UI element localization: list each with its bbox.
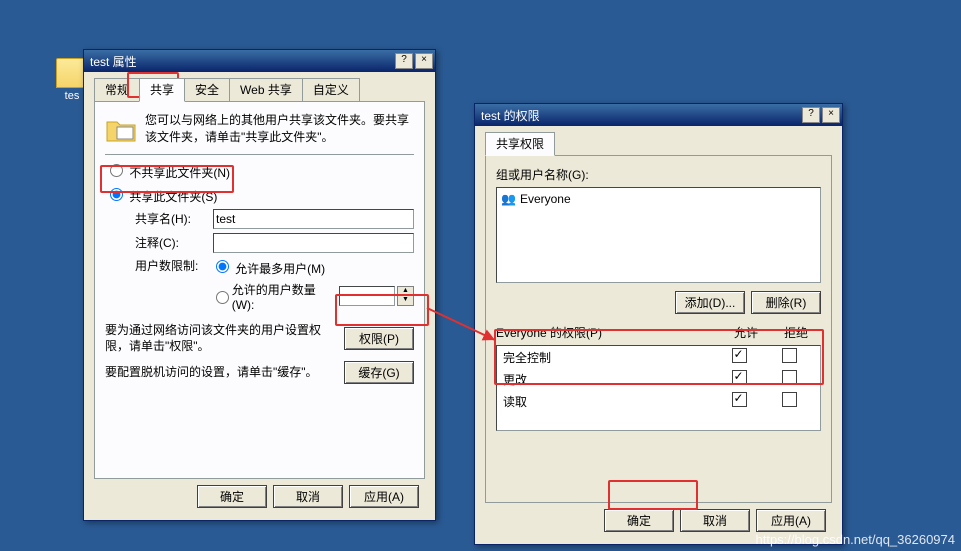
sharename-label: 共享名(H): [135, 210, 209, 227]
perm-name: 更改 [503, 371, 714, 388]
close-button[interactable]: × [415, 53, 433, 69]
add-button[interactable]: 添加(D)... [675, 291, 745, 314]
cancel-button[interactable]: 取消 [273, 485, 343, 508]
titlebar[interactable]: test 属性 ? × [84, 50, 435, 72]
radio-share[interactable]: 共享此文件夹(S) [105, 185, 217, 205]
group-label: 组或用户名称(G): [496, 166, 821, 183]
usercount-input[interactable] [339, 286, 395, 306]
cache-button[interactable]: 缓存(G) [344, 361, 414, 384]
tabs: 常规 共享 安全 Web 共享 自定义 [94, 78, 425, 102]
cache-hint: 要配置脱机访问的设置，请单击"缓存"。 [105, 364, 340, 381]
perm-name: 读取 [503, 393, 714, 410]
allow-checkbox[interactable] [732, 348, 747, 363]
col-allow: 允许 [721, 324, 771, 341]
perm-name: 完全控制 [503, 349, 714, 366]
usercount-spinner[interactable]: ▲▼ [397, 286, 414, 306]
perm-hint: 要为通过网络访问该文件夹的用户设置权限，请单击"权限"。 [105, 322, 340, 356]
permissions-button[interactable]: 权限(P) [344, 327, 414, 350]
deny-checkbox[interactable] [782, 392, 797, 407]
apply-button[interactable]: 应用(A) [756, 509, 826, 532]
hint-text: 您可以与网络上的其他用户共享该文件夹。要共享该文件夹，请单击"共享此文件夹"。 [145, 112, 414, 146]
perm-for-label: Everyone 的权限(P) [496, 324, 721, 341]
radio-maxusers[interactable]: 允许最多用户(M) [211, 257, 414, 277]
tab-security[interactable]: 安全 [184, 78, 230, 101]
radio-noshare[interactable]: 不共享此文件夹(N) [105, 161, 230, 181]
window-title: test 属性 [90, 53, 137, 70]
ok-button[interactable]: 确定 [197, 485, 267, 508]
help-button[interactable]: ? [802, 107, 820, 123]
perm-row: 更改 [497, 368, 820, 390]
watermark: https://blog.csdn.net/qq_36260974 [756, 532, 956, 547]
tab-webshare[interactable]: Web 共享 [229, 78, 303, 101]
permissions-window: test 的权限 ? × 共享权限 组或用户名称(G): 👥 Everyone … [474, 103, 843, 545]
ok-button[interactable]: 确定 [604, 509, 674, 532]
radio-numusers[interactable]: 允许的用户数量(W): ▲▼ [211, 281, 414, 312]
allow-checkbox[interactable] [732, 370, 747, 385]
limit-label: 用户数限制: [135, 257, 207, 274]
remove-button[interactable]: 删除(R) [751, 291, 821, 314]
col-deny: 拒绝 [771, 324, 821, 341]
users-listbox[interactable]: 👥 Everyone [496, 187, 821, 283]
help-button[interactable]: ? [395, 53, 413, 69]
tab-custom[interactable]: 自定义 [302, 78, 360, 101]
permissions-list: 完全控制更改读取 [496, 345, 821, 431]
user-icon: 👥 [501, 192, 516, 206]
comment-input[interactable] [213, 233, 414, 253]
close-button[interactable]: × [822, 107, 840, 123]
comment-label: 注释(C): [135, 234, 209, 251]
sharename-input[interactable] [213, 209, 414, 229]
perm-row: 读取 [497, 390, 820, 412]
list-item[interactable]: 👥 Everyone [501, 192, 816, 206]
tab-share[interactable]: 共享 [139, 78, 185, 102]
window-title: test 的权限 [481, 107, 540, 124]
deny-checkbox[interactable] [782, 348, 797, 363]
allow-checkbox[interactable] [732, 392, 747, 407]
share-icon [105, 112, 137, 144]
deny-checkbox[interactable] [782, 370, 797, 385]
apply-button[interactable]: 应用(A) [349, 485, 419, 508]
titlebar[interactable]: test 的权限 ? × [475, 104, 842, 126]
tab-general[interactable]: 常规 [94, 78, 140, 101]
tab-shareperm[interactable]: 共享权限 [485, 132, 555, 156]
perm-row: 完全控制 [497, 346, 820, 368]
properties-window: test 属性 ? × 常规 共享 安全 Web 共享 自定义 您可以与网络上的… [83, 49, 436, 521]
cancel-button[interactable]: 取消 [680, 509, 750, 532]
